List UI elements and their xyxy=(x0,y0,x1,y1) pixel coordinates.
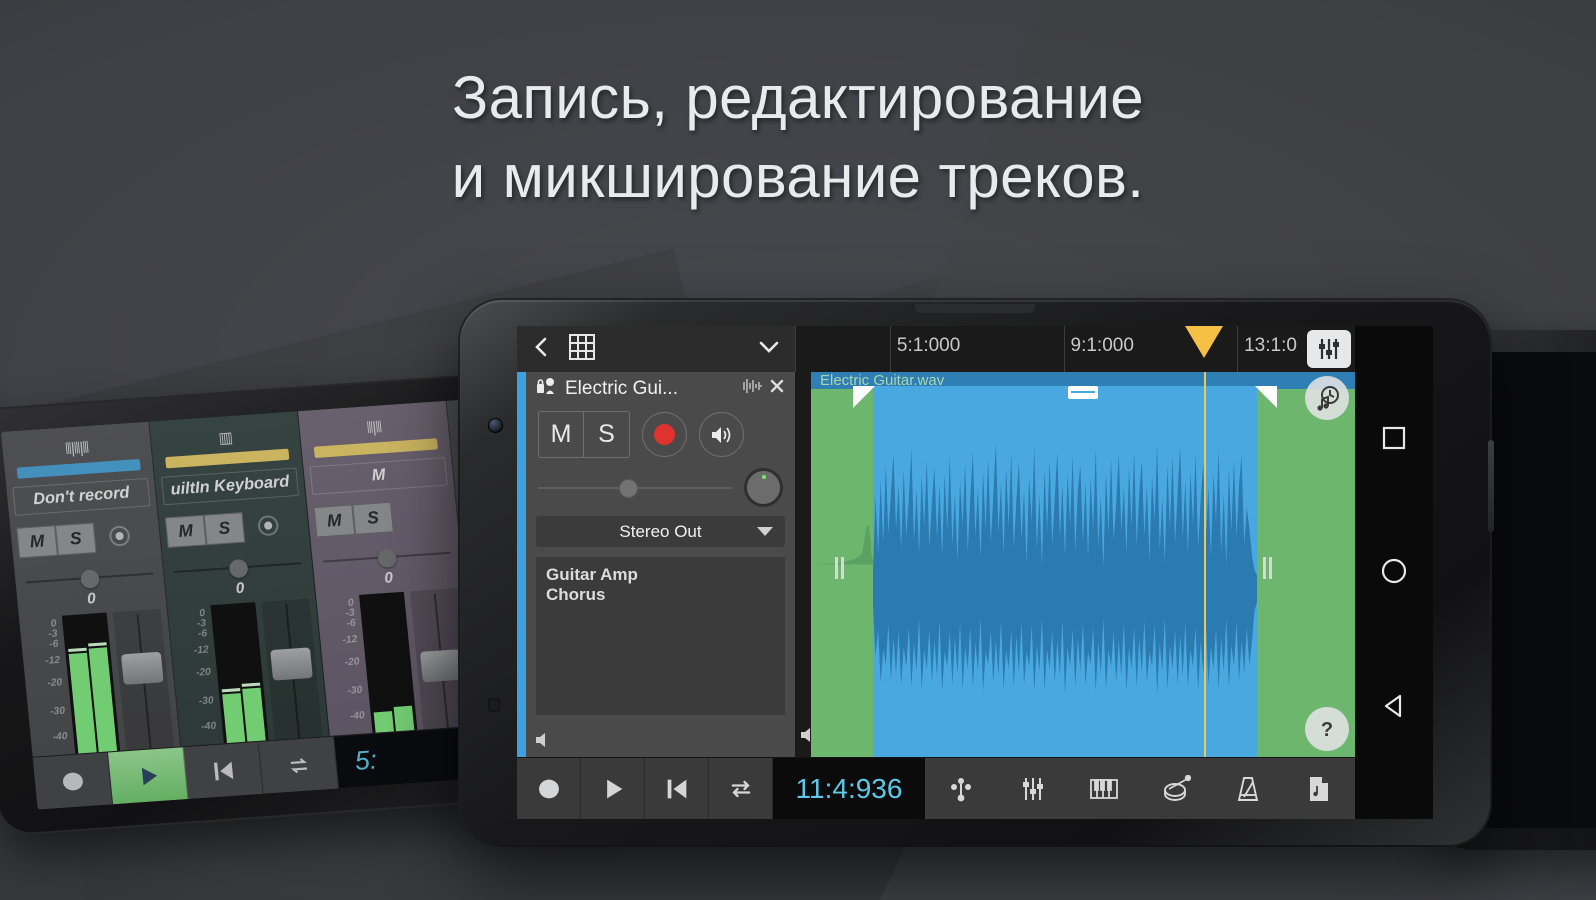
ruler-label: 13:1:0 xyxy=(1244,335,1297,356)
solo-button[interactable]: S xyxy=(203,512,246,546)
pan-row xyxy=(526,458,795,507)
back-triangle-icon[interactable] xyxy=(1380,692,1408,720)
mixer-faders-icon[interactable] xyxy=(1307,330,1351,368)
mute-button[interactable]: M xyxy=(164,514,207,548)
channel-name[interactable]: M xyxy=(309,457,448,495)
waveform-icon[interactable] xyxy=(740,378,762,399)
level-meter xyxy=(61,612,122,768)
playhead-line xyxy=(1203,372,1206,757)
record-arm-button[interactable] xyxy=(257,514,280,537)
channel-meters: 0-3-6 -12-20-30 -40-50 xyxy=(25,608,176,771)
main-row: Electric Gui... M S Stereo Out Guitar Am… xyxy=(517,372,1355,757)
record-button[interactable] xyxy=(32,752,114,810)
track-inspector-panel: Electric Gui... M S Stereo Out Guitar Am… xyxy=(517,372,795,757)
app-top-bar: 5:1:000 9:1:000 13:1:0 xyxy=(517,326,1355,372)
solo-button[interactable]: S xyxy=(352,501,394,535)
fade-in-handle[interactable] xyxy=(853,386,875,408)
output-select[interactable]: Stereo Out xyxy=(536,516,785,547)
chevron-left-icon[interactable] xyxy=(531,335,551,364)
grid-icon[interactable] xyxy=(569,333,595,365)
mute-solo-group: M S xyxy=(538,411,630,458)
phone-earpiece xyxy=(915,304,1035,313)
daw-app: 5:1:000 9:1:000 13:1:0 Electric Gui... M… xyxy=(517,326,1355,819)
effects-list[interactable]: Guitar Amp Chorus xyxy=(536,557,785,715)
clip-move-handle[interactable] xyxy=(1068,386,1098,399)
channel-mute-solo: M S xyxy=(164,508,303,548)
recents-square-icon[interactable] xyxy=(1381,425,1407,451)
play-button[interactable] xyxy=(108,747,189,805)
audio-clip[interactable]: Electric Guitar.wav xyxy=(811,372,1355,757)
playhead-marker[interactable] xyxy=(1184,326,1223,358)
track-header: Electric Gui... xyxy=(526,372,795,405)
loop-button[interactable] xyxy=(709,758,773,819)
transport-bar: 11:4:936 xyxy=(517,757,1355,819)
record-button[interactable] xyxy=(517,758,581,819)
solo-button[interactable]: S xyxy=(584,412,629,457)
timestretch-note-icon[interactable] xyxy=(1305,376,1349,420)
chevron-down-icon[interactable] xyxy=(757,338,795,361)
channel-mute-solo: M S xyxy=(16,518,154,559)
android-nav-bar xyxy=(1355,326,1433,819)
monitor-speaker-icon[interactable] xyxy=(799,726,819,749)
rewind-to-start-button[interactable] xyxy=(183,741,264,799)
loop-button[interactable] xyxy=(258,736,340,794)
arrange-area[interactable]: Electric Guitar.wav ? xyxy=(795,372,1355,757)
lock-person-icon[interactable] xyxy=(536,376,558,401)
ruler-label: 9:1:000 xyxy=(1070,335,1134,356)
effect-item[interactable]: Guitar Amp xyxy=(546,565,775,585)
pan-knob[interactable] xyxy=(744,468,783,507)
track-title[interactable]: Electric Gui... xyxy=(565,378,733,400)
rewind-to-start-button[interactable] xyxy=(645,758,709,819)
volume-fader[interactable] xyxy=(112,608,176,765)
mute-button[interactable]: M xyxy=(539,412,584,457)
home-circle-icon[interactable] xyxy=(1379,556,1409,586)
mute-button[interactable]: M xyxy=(16,525,58,559)
front-camera xyxy=(488,418,503,433)
pan-slider[interactable] xyxy=(538,476,732,500)
help-question-icon[interactable]: ? xyxy=(1305,707,1349,751)
drum-pads-icon[interactable] xyxy=(1140,758,1212,819)
clip-name: Electric Guitar.wav xyxy=(820,372,945,389)
mixer-faders-icon[interactable] xyxy=(997,758,1069,819)
phone-screen: 5:1:000 9:1:000 13:1:0 Electric Gui... M… xyxy=(517,326,1433,819)
ruler-label: 5:1:000 xyxy=(896,335,961,356)
clip-left-edge-handle[interactable] xyxy=(835,556,845,579)
close-icon[interactable] xyxy=(769,378,785,399)
clip-right-edge-handle[interactable] xyxy=(1263,556,1273,579)
mute-button[interactable]: M xyxy=(313,504,356,538)
channel-meters: 0-3-6 -12-20-30 -40-50 xyxy=(174,598,325,760)
audio-file-icon[interactable] xyxy=(1283,758,1355,819)
fade-out-handle[interactable] xyxy=(1255,386,1277,408)
output-select-value: Stereo Out xyxy=(619,521,702,541)
record-arm-button[interactable] xyxy=(642,412,687,457)
transport-time[interactable]: 11:4:936 xyxy=(773,758,925,819)
volume-rocker[interactable] xyxy=(1488,440,1494,532)
channel-meters: 0-3-6 -12-20-30 -40-50 xyxy=(322,587,473,750)
solo-button[interactable]: S xyxy=(54,522,97,556)
caret-down-icon xyxy=(757,522,773,542)
main-phone: 5:1:000 9:1:000 13:1:0 Electric Gui... M… xyxy=(460,300,1494,845)
level-meter xyxy=(359,591,419,748)
automation-icon[interactable] xyxy=(925,758,997,819)
svg-text:?: ? xyxy=(1321,719,1333,741)
record-arm-button[interactable] xyxy=(108,525,131,547)
play-button[interactable] xyxy=(581,758,645,819)
level-meter xyxy=(210,602,271,758)
piano-keyboard-icon[interactable] xyxy=(1068,758,1140,819)
speaker-icon[interactable] xyxy=(699,412,744,457)
channel-name[interactable]: uiltIn Keyboard xyxy=(160,467,300,506)
volume-fader[interactable] xyxy=(261,598,325,755)
timeline-ruler[interactable]: 5:1:000 9:1:000 13:1:0 xyxy=(795,326,1355,372)
monitor-speaker-icon[interactable] xyxy=(526,723,795,757)
clip-selection[interactable] xyxy=(873,386,1257,757)
metronome-icon[interactable] xyxy=(1212,758,1284,819)
channel-name[interactable]: Don't record xyxy=(12,477,151,516)
track-controls: M S xyxy=(526,405,795,458)
effect-item[interactable]: Chorus xyxy=(546,585,775,605)
phone-speaker xyxy=(488,698,500,712)
top-bar-left xyxy=(517,326,795,372)
channel-mute-solo: M S xyxy=(313,498,452,538)
